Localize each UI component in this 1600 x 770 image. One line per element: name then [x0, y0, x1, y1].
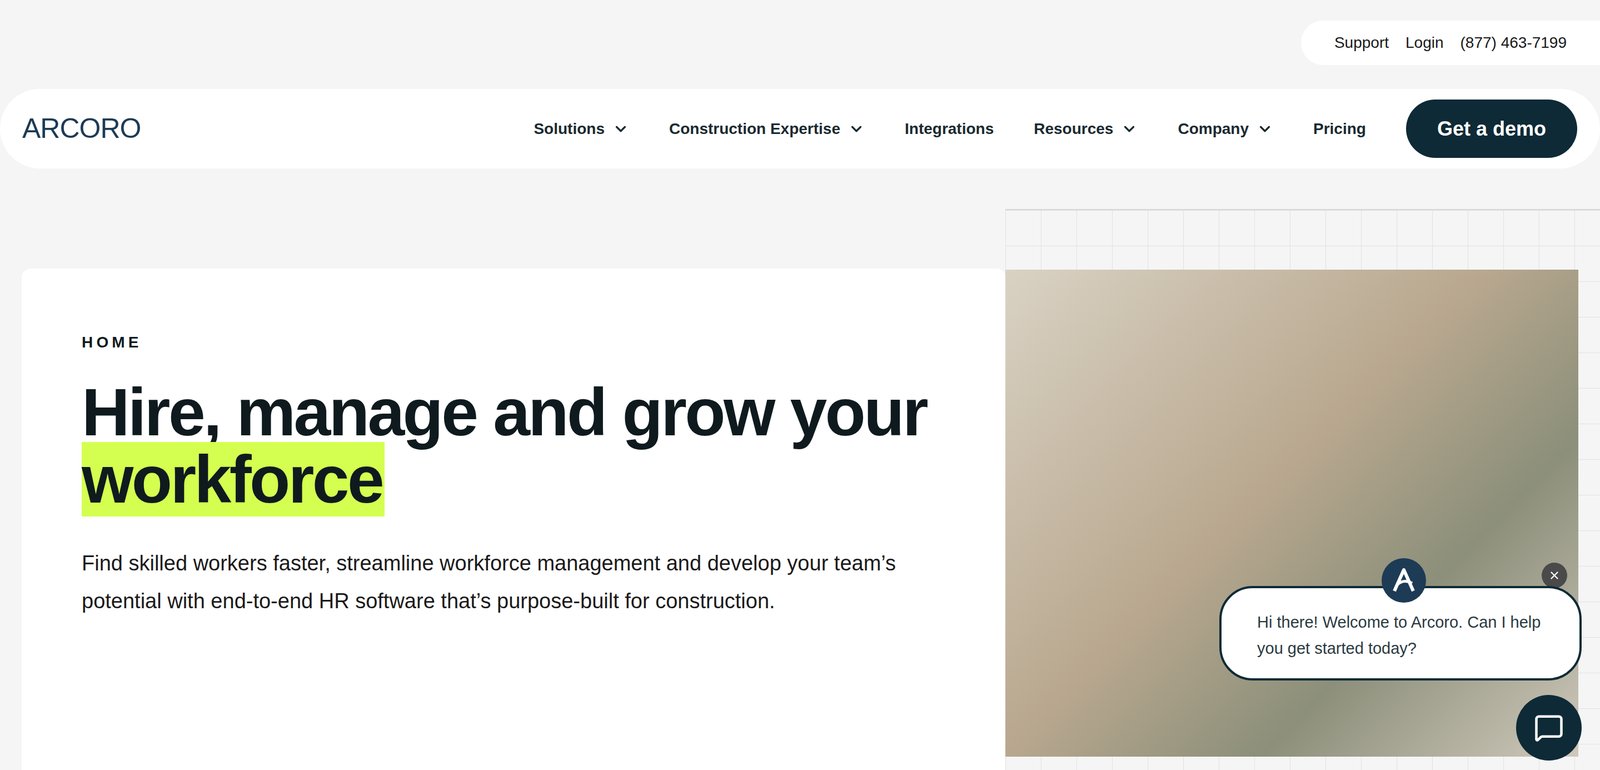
hero: HOME Hire, manage and grow yourworkforce F… [0, 208, 1600, 770]
breadcrumb[interactable]: HOME [81, 330, 950, 355]
get-demo-button[interactable]: Get a demo [1406, 99, 1578, 158]
worker-photo [1005, 269, 1579, 757]
utility-link[interactable]: Login [1405, 31, 1444, 55]
nav-item[interactable]: Integrations [904, 117, 994, 141]
chat-launcher-button[interactable] [1516, 694, 1582, 761]
close-chat-button[interactable] [1541, 562, 1568, 588]
hero-description: Find skilled workers faster, streamline … [81, 544, 949, 620]
close-icon [1548, 569, 1561, 582]
nav-item[interactable]: Pricing [1313, 117, 1367, 141]
chevron-down-icon [1120, 120, 1138, 138]
nav-item[interactable]: Resources [1033, 117, 1138, 141]
page: Support Login (877) 463-7199 ARCORO Solution… [0, 0, 1600, 770]
chat-message: Hi there! Welcome to Arcoro. Can I help … [1257, 609, 1544, 662]
arcoro-mark-icon [1389, 566, 1418, 595]
nav-item[interactable]: Company [1177, 117, 1274, 141]
chevron-down-icon [1256, 120, 1274, 138]
chat-avatar [1381, 557, 1427, 603]
headline: Hire, manage and grow yourworkforce [81, 378, 950, 513]
nav-item[interactable]: Solutions [533, 117, 630, 141]
nav-item[interactable]: Construction Expertise [669, 117, 865, 141]
logo[interactable]: ARCORO [22, 107, 141, 150]
chat-icon [1533, 712, 1564, 743]
utility-link[interactable]: Support [1334, 31, 1389, 55]
main-nav: ARCORO Solutions Construction Expertise Int… [0, 88, 1600, 169]
chevron-down-icon [612, 120, 630, 138]
chevron-down-icon [848, 120, 865, 138]
headline-highlight: workforce [81, 441, 385, 517]
chat-bubble[interactable]: Hi there! Welcome to Arcoro. Can I help … [1219, 585, 1582, 681]
utility-bar: Support Login (877) 463-7199 [0, 20, 1600, 66]
hero-card: HOME Hire, manage and grow yourworkforce F… [21, 268, 1006, 770]
hero-visual: Hi there! Welcome to Arcoro. Can I help … [1005, 208, 1600, 770]
utility-link[interactable]: (877) 463-7199 [1460, 31, 1567, 55]
